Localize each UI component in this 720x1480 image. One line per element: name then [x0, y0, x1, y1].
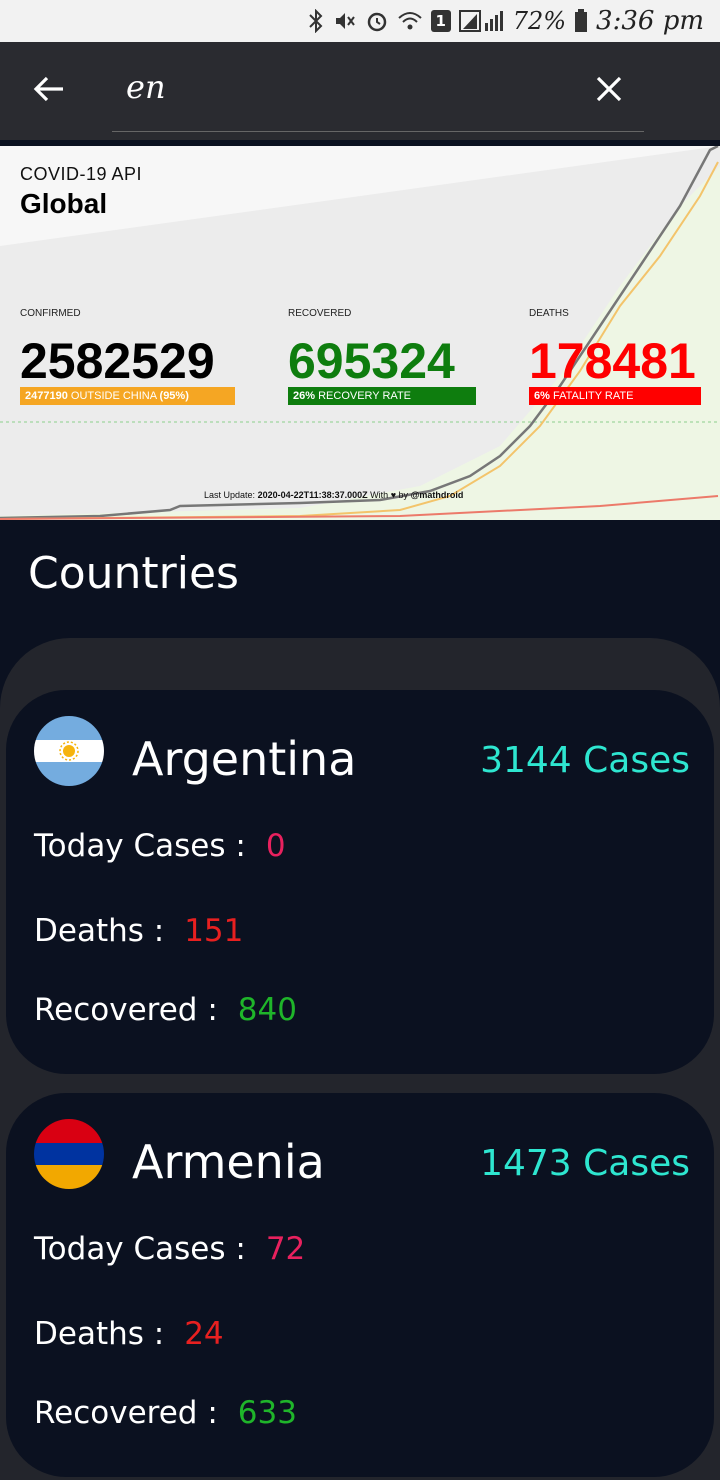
recovered-label: Recovered :: [34, 1395, 218, 1431]
search-input[interactable]: en: [126, 68, 166, 106]
confirmed-label: CONFIRMED: [20, 308, 81, 319]
deaths-row: Deaths : 151: [34, 913, 243, 949]
clear-search-button[interactable]: [584, 64, 634, 114]
today-cases-row: Today Cases : 0: [34, 828, 286, 864]
battery-percent: 72%: [512, 7, 567, 35]
recovered-value: 695324: [288, 333, 455, 389]
mute-icon: [333, 8, 357, 34]
recovered-label: RECOVERED: [288, 308, 352, 319]
recovered-tag: 26% RECOVERY RATE: [288, 387, 476, 405]
recovered-label: Recovered :: [34, 992, 218, 1028]
alarm-icon: [365, 8, 389, 34]
deaths-tag-pct: 6%: [534, 390, 550, 402]
deaths-value: 178481: [529, 333, 696, 389]
recovered-tag-text: RECOVERY RATE: [318, 390, 412, 402]
argentina-flag-icon: [34, 716, 104, 786]
heart-icon: ♥: [390, 490, 397, 500]
global-stats-banner: COVID-19 API Global CONFIRMED 2582529 24…: [0, 146, 720, 520]
deaths-row: Deaths : 24: [34, 1316, 224, 1352]
confirmed-tag: 2477190 OUTSIDE CHINA (95%): [20, 387, 235, 405]
update-time: 2020-04-22T11:38:37.000Z: [257, 490, 368, 500]
total-cases: 1473 Cases: [480, 1143, 690, 1184]
deaths-label: Deaths :: [34, 913, 165, 949]
status-bar: 1 72% 3:36 pm: [0, 0, 720, 42]
total-cases: 3144 Cases: [480, 740, 690, 781]
today-cases-value: 72: [265, 1231, 306, 1267]
recovered-row: Recovered : 633: [34, 1395, 297, 1431]
country-card-armenia[interactable]: Armenia 1473 Cases Today Cases : 72 Death…: [6, 1093, 714, 1477]
confirmed-tag-text: OUTSIDE CHINA: [70, 390, 157, 402]
countries-list[interactable]: Argentina 3144 Cases Today Cases : 0 Deat…: [0, 638, 720, 1480]
update-with: With: [370, 490, 389, 500]
api-label: COVID-19 API: [20, 164, 143, 184]
deaths-value: 151: [184, 913, 244, 949]
bluetooth-icon: [307, 8, 325, 34]
last-update: Last Update: 2020-04-22T11:38:37.000Z Wi…: [204, 490, 463, 500]
armenia-flag-icon: [34, 1119, 104, 1189]
confirmed-value: 2582529: [20, 333, 215, 389]
countries-title: Countries: [28, 548, 239, 599]
today-cases-label: Today Cases :: [34, 828, 246, 864]
battery-icon: [574, 8, 588, 34]
deaths-value: 24: [184, 1316, 224, 1352]
scope-title: Global: [20, 188, 108, 219]
search-app-bar: en: [0, 42, 720, 140]
close-icon: [596, 76, 622, 102]
country-name: Armenia: [132, 1135, 325, 1189]
search-underline: [112, 131, 644, 132]
sim-icon: 1: [430, 10, 451, 32]
country-card-argentina[interactable]: Argentina 3144 Cases Today Cases : 0 Deat…: [6, 690, 714, 1074]
signal-icon: [458, 8, 505, 34]
update-by: by: [398, 490, 409, 500]
back-button[interactable]: [24, 64, 74, 114]
update-author: @mathdroid: [410, 490, 464, 500]
confirmed-tag-pct: (95%): [159, 390, 189, 402]
recovered-tag-pct: 26%: [293, 390, 316, 402]
deaths-tag-text: FATALITY RATE: [552, 390, 634, 402]
clock: 3:36 pm: [596, 6, 704, 36]
today-cases-value: 0: [265, 828, 286, 864]
recovered-row: Recovered : 840: [34, 992, 297, 1028]
wifi-icon: [397, 8, 423, 34]
today-cases-row: Today Cases : 72: [34, 1231, 305, 1267]
deaths-tag: 6% FATALITY RATE: [529, 387, 701, 405]
confirmed-tag-count: 2477190: [25, 390, 68, 402]
recovered-value: 633: [237, 1395, 297, 1431]
deaths-label: Deaths :: [34, 1316, 165, 1352]
country-name: Argentina: [132, 732, 357, 786]
arrow-left-icon: [33, 76, 63, 102]
today-cases-label: Today Cases :: [34, 1231, 246, 1267]
update-prefix: Last Update:: [204, 490, 256, 500]
recovered-value: 840: [237, 992, 297, 1028]
deaths-label: DEATHS: [529, 308, 569, 319]
